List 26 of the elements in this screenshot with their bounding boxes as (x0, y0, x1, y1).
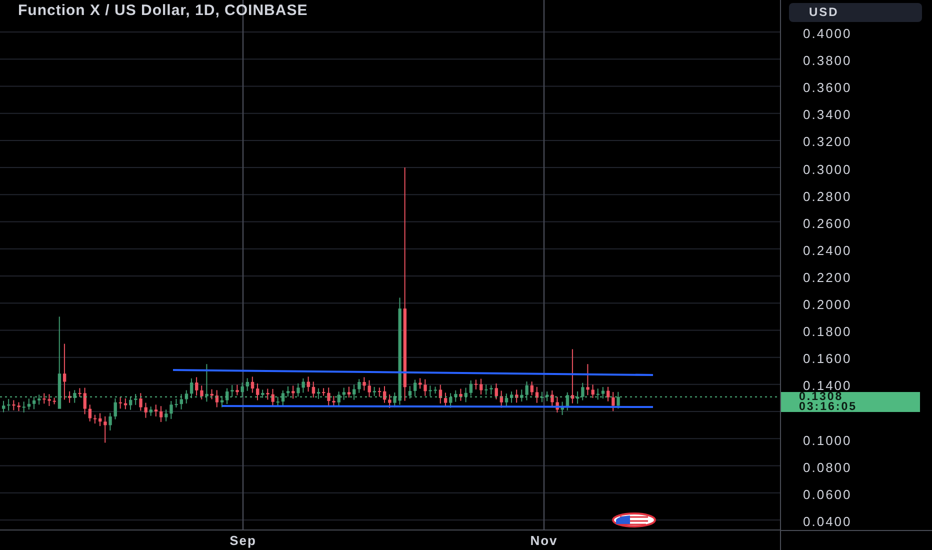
price-axis-label: 0.2800 (803, 188, 853, 204)
price-axis-label: 0.2600 (803, 216, 853, 231)
price-axis-label: 0.2000 (803, 297, 853, 312)
price-axis-label: 0.0400 (803, 514, 853, 530)
last-price-label: 0.1308 03:16:05 (781, 392, 920, 412)
time-axis-label: Sep (230, 533, 256, 548)
price-axis-label: 0.2400 (803, 242, 853, 258)
price-axis-label: 0.3400 (803, 107, 853, 122)
price-axis-label: 0.3600 (803, 80, 853, 96)
price-axis-label: 0.1400 (803, 378, 853, 394)
trend-line[interactable] (222, 405, 653, 408)
price-axis-label: 0.3200 (803, 134, 853, 150)
price-axis-label: 0.0600 (803, 486, 853, 502)
chart-title: Function X / US Dollar, 1D, COINBASE (18, 2, 308, 19)
price-axis-label: 0.1800 (803, 324, 853, 340)
currency-button[interactable]: USD (789, 3, 922, 22)
price-axis-label: 0.4000 (803, 26, 853, 42)
price-axis-label: 0.0800 (803, 460, 853, 475)
price-axis-label: 0.2200 (803, 270, 853, 286)
price-axis-label: 0.3800 (803, 53, 853, 68)
time-axis-label: Nov (530, 533, 558, 548)
flag-icon[interactable] (612, 512, 656, 528)
trend-line[interactable] (172, 369, 654, 376)
price-axis-label: 0.3000 (803, 162, 853, 177)
price-axis-label: 0.1000 (803, 432, 853, 448)
price-axis-label: 0.1600 (803, 351, 853, 366)
